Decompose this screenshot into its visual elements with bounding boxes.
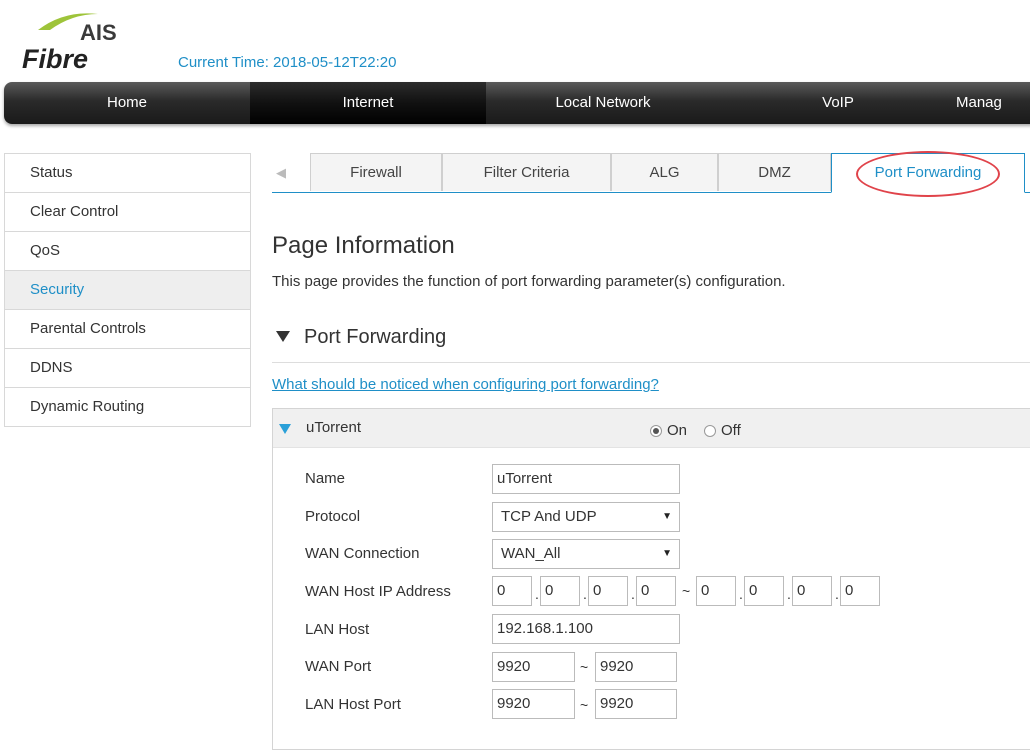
- wan-ip-start-octet-2[interactable]: 0: [540, 576, 580, 606]
- logo-ais-text: AIS: [80, 20, 117, 45]
- sidebar-item-parental-controls[interactable]: Parental Controls: [5, 310, 250, 349]
- nav-home[interactable]: Home: [4, 82, 250, 124]
- nav-internet[interactable]: Internet: [250, 82, 486, 124]
- sidebar-item-dynamic-routing[interactable]: Dynamic Routing: [5, 388, 250, 426]
- wan-connection-select[interactable]: WAN_All ▼: [492, 539, 680, 569]
- rule-name: uTorrent: [306, 419, 362, 436]
- label-protocol: Protocol: [305, 508, 361, 525]
- ip-dot: .: [631, 586, 635, 602]
- sidebar-item-status[interactable]: Status: [5, 154, 250, 193]
- current-time: Current Time: 2018-05-12T22:20: [178, 54, 396, 71]
- nav-management[interactable]: Manag: [956, 82, 1030, 124]
- wan-ip-end-octet-4[interactable]: 0: [840, 576, 880, 606]
- wan-ip-start-octet-1[interactable]: 0: [492, 576, 532, 606]
- sidebar: Status Clear Control QoS Security Parent…: [4, 153, 251, 427]
- label-wan-connection: WAN Connection: [305, 545, 420, 562]
- range-tilde: ~: [682, 583, 691, 599]
- wan-port-end-input[interactable]: 9920: [595, 652, 677, 682]
- sidebar-item-clear-control[interactable]: Clear Control: [5, 193, 250, 232]
- label-lan-host-port: LAN Host Port: [305, 696, 401, 713]
- name-input[interactable]: uTorrent: [492, 464, 680, 494]
- tab-dmz[interactable]: DMZ: [718, 153, 831, 191]
- section-header[interactable]: Port Forwarding: [272, 326, 1030, 363]
- wan-ip-start-octet-3[interactable]: 0: [588, 576, 628, 606]
- lan-host-input[interactable]: 192.168.1.100: [492, 614, 680, 644]
- label-lan-host: LAN Host: [305, 621, 370, 638]
- radio-off[interactable]: Off: [704, 422, 741, 439]
- current-time-value: 2018-05-12T22:20: [273, 54, 397, 71]
- tab-alg[interactable]: ALG: [611, 153, 718, 191]
- notice-link[interactable]: What should be noticed when configuring …: [272, 376, 659, 393]
- nav-voip[interactable]: VoIP: [720, 82, 956, 124]
- port-forwarding-rule: uTorrent On Off Name uTorrent Protocol T…: [272, 408, 1030, 750]
- radio-on[interactable]: On: [650, 422, 687, 439]
- tab-filter-criteria[interactable]: Filter Criteria: [442, 153, 611, 191]
- tab-scroll-left-icon[interactable]: ◀: [272, 153, 310, 192]
- radio-off-label: Off: [721, 422, 741, 439]
- sidebar-item-ddns[interactable]: DDNS: [5, 349, 250, 388]
- wan-connection-select-value: WAN_All: [501, 545, 561, 562]
- section-title: Port Forwarding: [304, 326, 447, 348]
- ip-dot: .: [739, 586, 743, 602]
- radio-on-label: On: [667, 422, 688, 439]
- rule-header[interactable]: uTorrent On Off: [273, 409, 1030, 448]
- nav-local-network[interactable]: Local Network: [486, 82, 720, 124]
- radio-off-dot[interactable]: [704, 424, 716, 437]
- chevron-down-icon: ▼: [662, 511, 672, 522]
- wan-port-start-input[interactable]: 9920: [492, 652, 575, 682]
- range-tilde: ~: [580, 659, 589, 675]
- wan-ip-end-octet-2[interactable]: 0: [744, 576, 784, 606]
- ip-dot: .: [583, 586, 587, 602]
- current-time-label: Current Time:: [178, 54, 269, 71]
- page-description: This page provides the function of port …: [272, 273, 786, 290]
- range-tilde: ~: [580, 697, 589, 713]
- ip-dot: .: [835, 586, 839, 602]
- protocol-select[interactable]: TCP And UDP ▼: [492, 502, 680, 532]
- label-wan-port: WAN Port: [305, 658, 372, 675]
- page-title: Page Information: [272, 232, 455, 259]
- logo-fibre-text: Fibre: [22, 44, 88, 72]
- sidebar-item-security[interactable]: Security: [5, 271, 250, 310]
- sub-tabs: ◀ Firewall Filter Criteria ALG DMZ Port …: [272, 153, 1030, 193]
- protocol-select-value: TCP And UDP: [501, 508, 597, 525]
- ais-fibre-logo: AIS Fibre: [20, 8, 135, 72]
- wan-ip-start-octet-4[interactable]: 0: [636, 576, 676, 606]
- expand-triangle-icon[interactable]: [279, 424, 291, 434]
- chevron-down-icon: ▼: [662, 548, 672, 559]
- wan-ip-end-octet-3[interactable]: 0: [792, 576, 832, 606]
- tab-port-forwarding[interactable]: Port Forwarding: [831, 153, 1025, 193]
- wan-ip-end-octet-1[interactable]: 0: [696, 576, 736, 606]
- ip-dot: .: [787, 586, 791, 602]
- collapse-triangle-icon: [276, 331, 290, 343]
- top-nav: Home Internet Local Network VoIP Manag: [4, 82, 1030, 124]
- label-name: Name: [305, 470, 346, 487]
- ip-dot: .: [535, 586, 539, 602]
- tab-firewall[interactable]: Firewall: [310, 153, 442, 191]
- lan-port-end-input[interactable]: 9920: [595, 689, 677, 719]
- label-wan-host-ip: WAN Host IP Address: [305, 583, 451, 600]
- sidebar-item-qos[interactable]: QoS: [5, 232, 250, 271]
- lan-port-start-input[interactable]: 9920: [492, 689, 575, 719]
- radio-on-dot[interactable]: [650, 424, 662, 437]
